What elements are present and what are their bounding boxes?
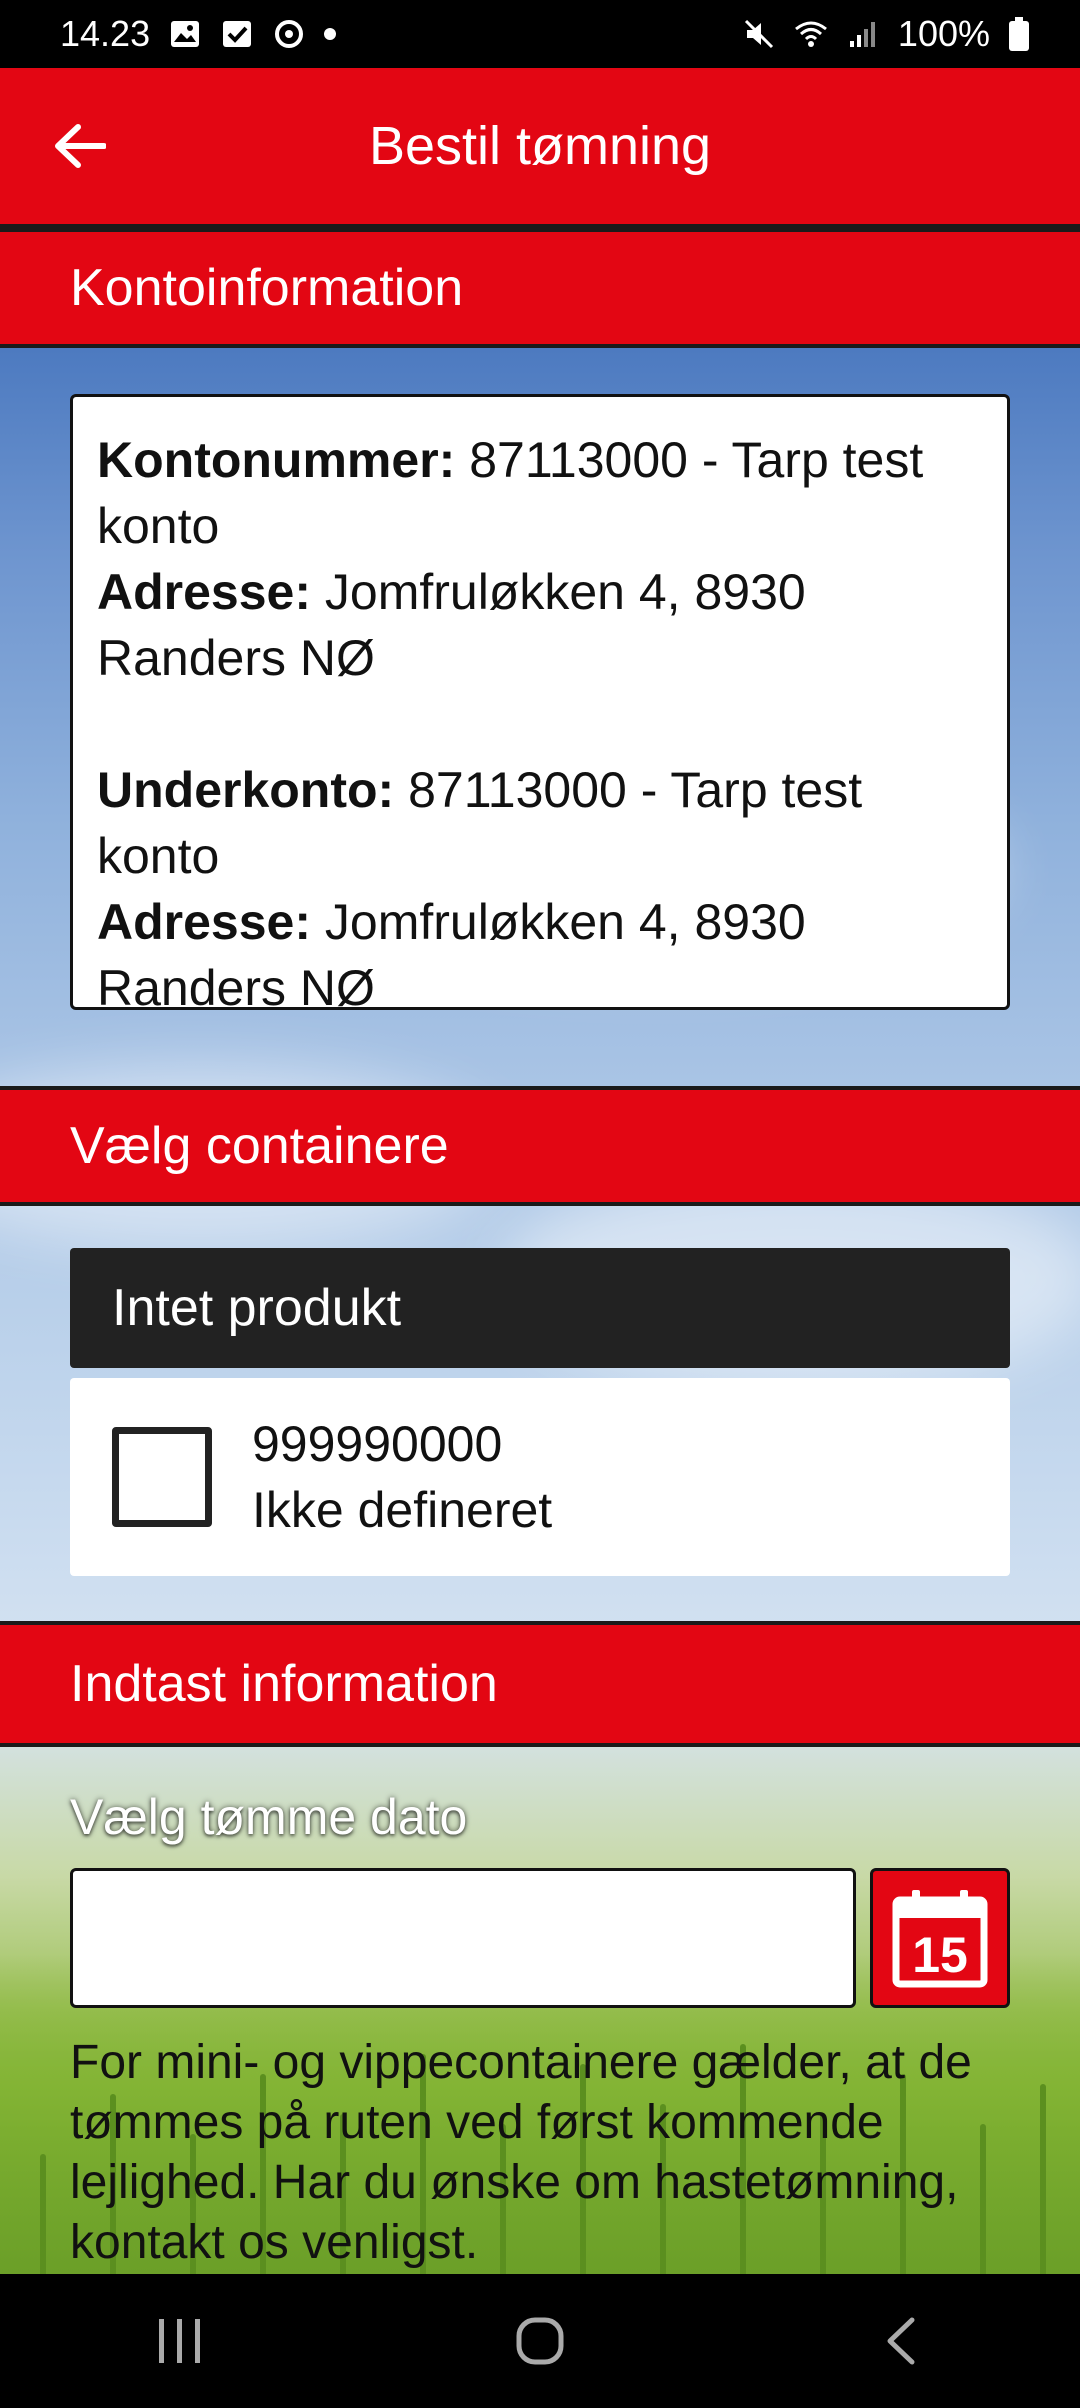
account-address-line: Adresse: Jomfruløkken 4, 8930 Randers NØ — [97, 559, 983, 691]
status-bar: 14.23 100% — [0, 0, 1080, 68]
product-group-header: Intet produkt — [70, 1248, 1010, 1368]
account-info-box: Kontonummer: 87113000 - Tarp test konto … — [70, 394, 1010, 1016]
arrow-back-icon — [55, 124, 106, 168]
navigation-bar — [0, 2274, 1080, 2408]
subaccount-address-label: Adresse: — [97, 894, 311, 950]
status-left: 14.23 — [60, 13, 337, 55]
section-header-account: Kontoinformation — [0, 228, 1080, 348]
container-number: 999990000 — [252, 1416, 503, 1472]
signal-icon — [849, 22, 875, 47]
sync-icon — [275, 20, 304, 48]
container-item[interactable]: 999990000 Ikke defineret — [70, 1378, 1010, 1576]
recent-apps-button[interactable] — [135, 2296, 225, 2386]
calendar-day-text: 15 — [912, 1927, 968, 1983]
wifi-icon — [794, 21, 827, 47]
calendar-icon: 15 — [892, 1890, 988, 1988]
back-nav-icon — [887, 2317, 915, 2365]
container-description: Ikke defineret — [252, 1482, 553, 1538]
container-item-text: 999990000 Ikke defineret — [252, 1411, 552, 1543]
product-group-title: Intet produkt — [112, 1279, 402, 1337]
back-nav-button[interactable] — [855, 2296, 945, 2386]
section-title: Vælg containere — [70, 1117, 449, 1175]
subaccount-label: Underkonto: — [97, 762, 395, 818]
notification-dot-icon — [324, 28, 337, 40]
content-area[interactable]: Bestil tømning Kontoinformation Kontonum… — [0, 68, 1080, 2274]
status-time: 14.23 — [60, 13, 151, 54]
date-input[interactable] — [70, 1868, 856, 2008]
container-checkbox[interactable] — [112, 1427, 212, 1527]
subaccount-address-line: Adresse: Jomfruløkken 4, 8930 Randers NØ — [97, 889, 983, 1021]
back-button[interactable] — [50, 116, 110, 176]
battery-percent: 100% — [897, 13, 990, 54]
home-button[interactable] — [495, 2296, 585, 2386]
app-bar: Bestil tømning — [0, 68, 1080, 228]
home-icon — [516, 2317, 564, 2365]
section-header-info: Indtast information — [0, 1621, 1080, 1747]
section-header-containers: Vælg containere — [0, 1086, 1080, 1206]
account-number-label: Kontonummer: — [97, 432, 456, 488]
subaccount-line: Underkonto: 87113000 - Tarp test konto — [97, 757, 983, 889]
recent-apps-icon — [159, 2319, 200, 2363]
section-title: Indtast information — [70, 1655, 498, 1713]
page-title: Bestil tømning — [368, 116, 712, 176]
account-address-label: Adresse: — [97, 564, 311, 620]
status-right: 100% — [742, 13, 1030, 55]
section-title: Kontoinformation — [70, 259, 464, 317]
info-note: For mini- og vippecontainere gælder, at … — [70, 2036, 972, 2269]
calendar-button[interactable]: 15 — [870, 1868, 1010, 2008]
checklist-icon — [223, 21, 252, 47]
battery-icon — [1009, 17, 1029, 51]
account-number-line: Kontonummer: 87113000 - Tarp test konto — [97, 427, 983, 559]
gallery-icon — [171, 21, 200, 47]
mute-icon — [744, 19, 773, 49]
date-label: Vælg tømme dato — [70, 1789, 468, 1845]
